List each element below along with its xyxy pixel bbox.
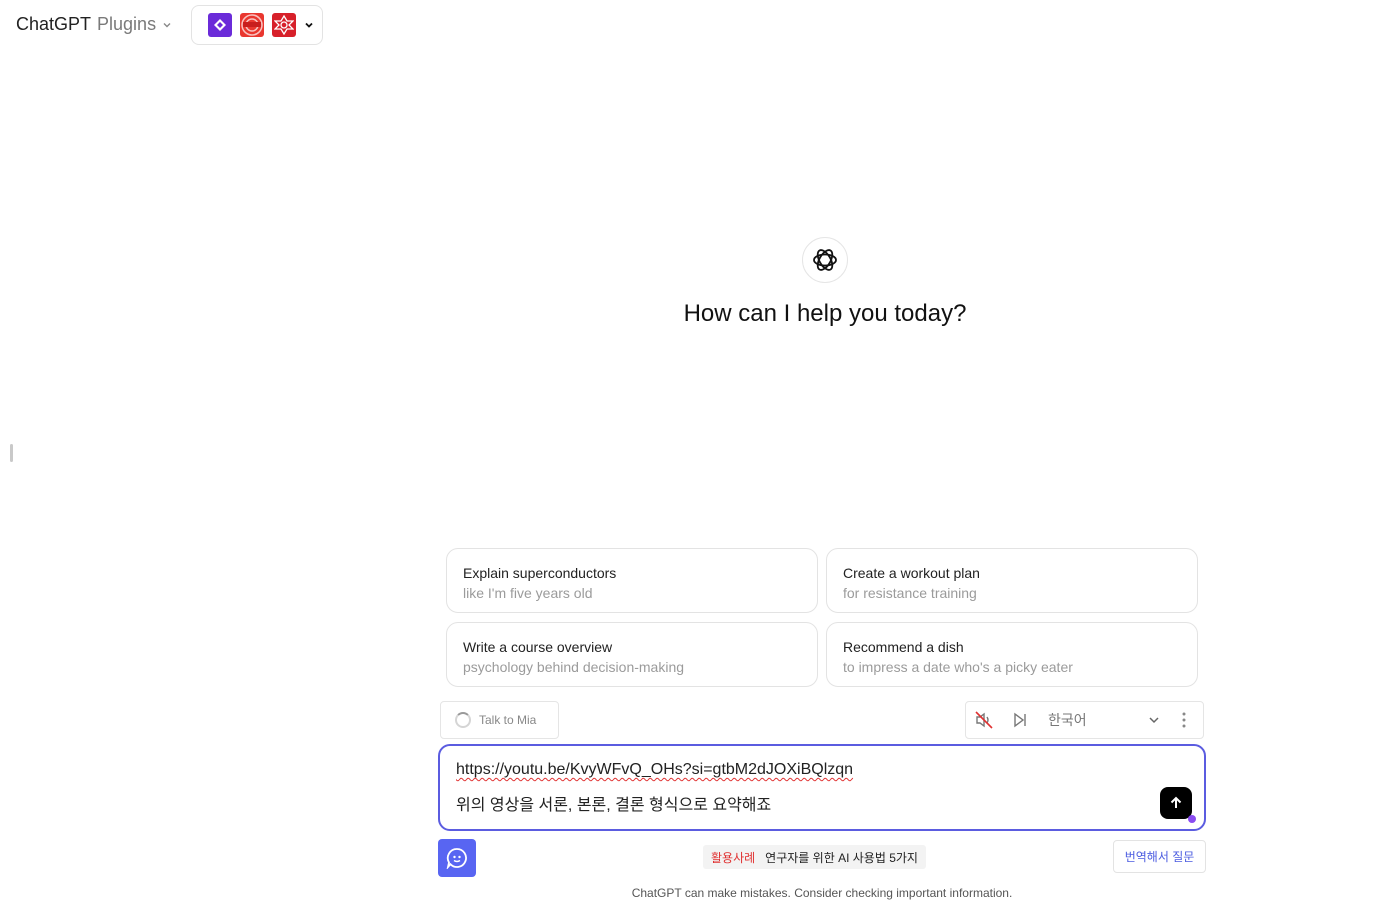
app-plugin-icon [208,13,232,37]
suggestion-title: Recommend a dish [843,639,964,655]
grammar-indicator-dot [1188,815,1196,823]
wolfram-icon [272,13,296,37]
suggestion-card[interactable]: Write a course overview psychology behin… [446,622,818,687]
promo-tag: 활용사례 [711,850,756,865]
suggestion-subtitle: for resistance training [843,585,977,601]
skip-button[interactable] [1002,702,1038,738]
suggestion-card[interactable]: Create a workout plan for resistance tra… [826,548,1198,613]
openai-logo-icon [802,237,848,283]
more-options-button[interactable] [1166,702,1202,738]
chat-bubble-icon [446,848,467,869]
speaker-muted-icon [975,711,993,729]
loading-spinner-icon [455,712,471,728]
chevron-down-icon [305,22,313,28]
model-variant: Plugins [97,14,157,34]
message-input-text-line: 위의 영상을 서론, 본론, 결론 형식으로 요약해죠 [456,797,772,814]
more-vertical-icon [1182,712,1186,728]
model-selector[interactable]: ChatGPT Plugins [16,14,172,35]
message-input[interactable]: https://youtu.be/KvyWFvQ_OHs?si=gtbM2dJO… [438,744,1206,831]
suggestion-subtitle: to impress a date who's a picky eater [843,659,1073,675]
talk-to-mia-button[interactable]: Talk to Mia [440,701,559,739]
suggestion-card[interactable]: Explain superconductors like I'm five ye… [446,548,818,613]
model-name: ChatGPT [16,14,92,34]
translate-question-button[interactable]: 번역해서 질문 [1113,840,1206,873]
suggestion-grid: Explain superconductors like I'm five ye… [446,548,1198,687]
language-value: 한국어 [1048,712,1087,728]
message-input-url-line: https://youtu.be/KvyWFvQ_OHs?si=gtbM2dJO… [456,761,854,778]
promo-text: 연구자를 위한 AI 사용법 5가지 [765,850,918,865]
webpilot-icon [240,13,264,37]
chat-page: ChatGPT Plugins How can I help you today… [0,0,1395,905]
promo-banner[interactable]: 활용사례 연구자를 위한 AI 사용법 5가지 [703,845,926,869]
send-button[interactable] [1160,787,1192,819]
chevron-down-icon [163,22,171,27]
chevron-down-icon [1149,717,1159,724]
plugin-selector[interactable] [191,5,323,45]
page-title: How can I help you today? [683,300,967,327]
mute-button[interactable] [966,702,1002,738]
suggestion-card[interactable]: Recommend a dish to impress a date who's… [826,622,1198,687]
arrow-up-icon [1170,796,1182,808]
suggestion-title: Write a course overview [463,639,613,655]
assistant-button[interactable] [438,839,476,877]
suggestion-subtitle: psychology behind decision-making [463,659,685,675]
suggestion-title: Explain superconductors [463,565,617,581]
voice-toolbar: 한국어 [965,701,1204,739]
disclaimer: ChatGPT can make mistakes. Consider chec… [631,886,1013,900]
language-select[interactable]: 한국어 [1038,710,1166,730]
suggestion-title: Create a workout plan [843,565,980,581]
talk-label: Talk to Mia [479,713,537,727]
sidebar-resize-handle[interactable] [10,444,13,462]
suggestion-subtitle: like I'm five years old [463,585,593,601]
play-skip-icon [1014,712,1026,728]
